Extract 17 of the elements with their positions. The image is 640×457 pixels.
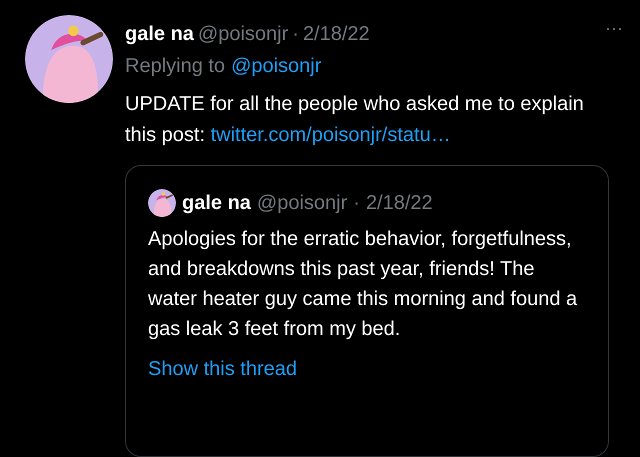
display-name[interactable]: gale na — [125, 17, 194, 51]
separator: · — [292, 22, 299, 47]
date[interactable]: 2/18/22 — [302, 17, 370, 51]
handle[interactable]: @poisonjr — [198, 17, 288, 51]
quote-text: Apologies for the erratic behavior, forgetfulness, and breakdowns this past year, friends! The water heater guy came this morning and found a gas leak 3 feet from my bed. — [148, 227, 578, 342]
quote-separator: · — [353, 191, 360, 216]
show-thread-link[interactable]: Show this thread — [148, 354, 297, 384]
more-button[interactable]: ··· — [605, 11, 623, 45]
quote-avatar — [148, 189, 176, 217]
reply-handle-link[interactable]: @poisonjr — [231, 51, 322, 81]
quote-date: 2/18/22 — [366, 191, 433, 216]
post-link[interactable]: twitter.com/poisonjr/statu… — [210, 124, 451, 146]
quote-handle: @poisonjr — [256, 191, 348, 216]
quoted-tweet-card[interactable] — [125, 165, 609, 457]
replying-label: Replying to — [125, 54, 226, 79]
quote-display-name: gale na — [182, 191, 251, 216]
tweet-text: UPDATE for all the people who asked me to explain this post: twitter.com/poisonjr/statu… — [125, 92, 585, 148]
